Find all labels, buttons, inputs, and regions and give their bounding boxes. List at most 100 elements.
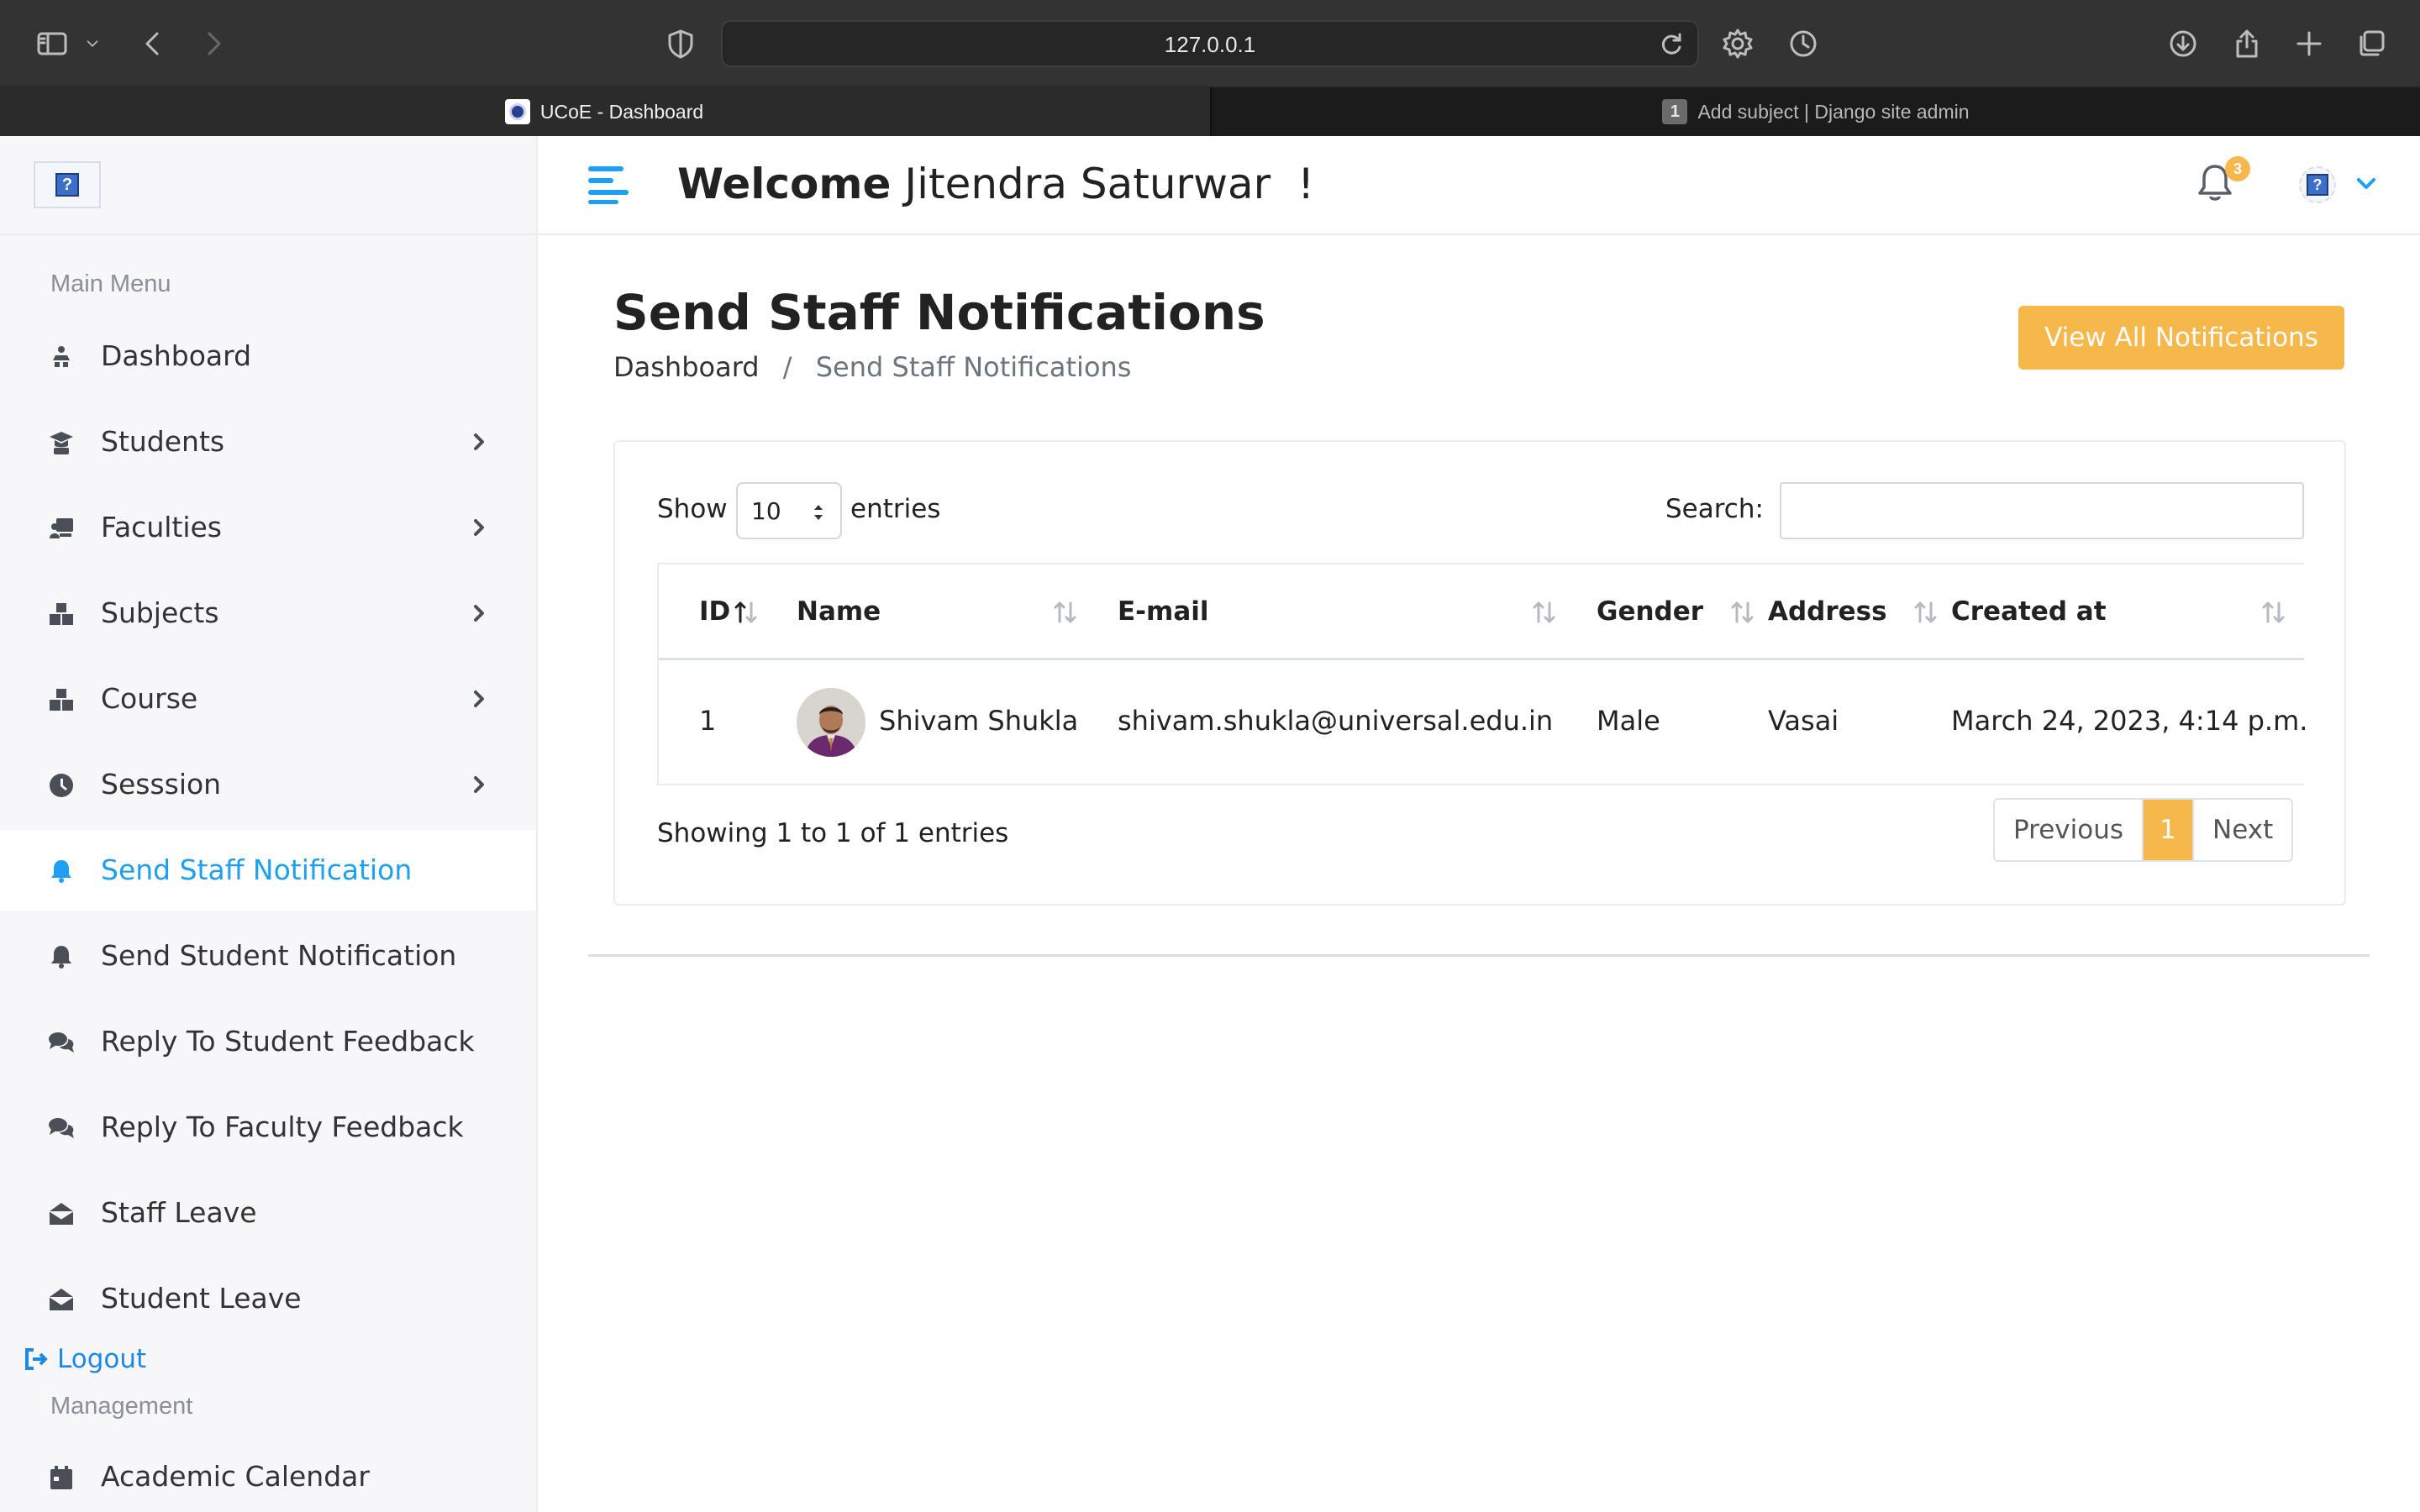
bell-icon <box>47 857 76 885</box>
address-bar[interactable]: 127.0.0.1 <box>721 20 1699 67</box>
sidebar-item-faculties[interactable]: Faculties <box>0 487 536 568</box>
download-icon[interactable] <box>2165 25 2202 62</box>
sidebar-item-label: Reply To Student Feedback <box>101 1025 475 1058</box>
logout-label: Logout <box>57 1344 147 1374</box>
sidebar-item-session[interactable]: Sesssion <box>0 744 536 825</box>
sort-icon[interactable] <box>1911 598 1941 627</box>
tab-django-admin[interactable]: 1 Add subject | Django site admin <box>1210 87 2420 136</box>
sidebar: ? Main Menu Dashboard Students Faculties… <box>0 136 538 1512</box>
sidebar-item-label: Student Leave <box>101 1282 302 1315</box>
sidebar-item-subjects[interactable]: Subjects <box>0 573 536 654</box>
notification-bell-icon[interactable]: 3 <box>2195 156 2250 210</box>
entries-select-value: 10 <box>751 497 781 525</box>
sidebar-item-send-student-notification[interactable]: Send Student Notification <box>0 916 536 996</box>
top-header: Welcome Jitendra Saturwar ! 3 ? <box>538 136 2420 235</box>
chevron-right-icon <box>469 430 489 454</box>
user-avatar[interactable]: ? <box>2299 166 2336 203</box>
sort-icon[interactable] <box>1050 598 1081 627</box>
sort-icon[interactable] <box>1529 598 1560 627</box>
welcome-bold: Welcome <box>677 160 892 208</box>
management-title: Management <box>50 1393 193 1420</box>
chevron-down-icon[interactable] <box>81 25 104 62</box>
sidebar-item-students[interactable]: Students <box>0 402 536 482</box>
graduate-icon <box>47 428 76 457</box>
entries-per-page-select[interactable]: 10 <box>736 482 842 539</box>
logo-area: ? <box>0 136 536 235</box>
tab-ucoe-dashboard[interactable]: UCoE - Dashboard <box>0 87 1208 136</box>
column-header-id[interactable]: ID <box>699 596 730 627</box>
column-header-address[interactable]: Address <box>1768 596 1887 627</box>
chevron-down-icon[interactable] <box>2354 173 2380 197</box>
sidebar-item-staff-leave[interactable]: Staff Leave <box>0 1173 536 1253</box>
cubes-icon <box>47 600 76 628</box>
sidebar-item-label: Course <box>101 682 198 715</box>
url-text: 127.0.0.1 <box>1164 32 1256 57</box>
sidebar-item-student-leave[interactable]: Student Leave <box>0 1258 536 1339</box>
reload-icon[interactable] <box>1657 30 1686 59</box>
dashboard-icon <box>47 343 76 371</box>
sidebar-item-course[interactable]: Course <box>0 659 536 739</box>
search-input[interactable] <box>1780 482 2304 539</box>
share-icon[interactable] <box>2228 25 2265 62</box>
cell-id: 1 <box>699 705 717 737</box>
sidebar-item-label: Reply To Faculty Feedback <box>101 1110 464 1143</box>
envelope-open-icon <box>47 1285 76 1314</box>
pagination-page-button[interactable]: 1 <box>2144 800 2195 860</box>
table-row: 1 Shivam Shukla shivam.shukla@universal.… <box>657 661 2307 785</box>
pagination-next-button[interactable]: Next <box>2194 800 2292 860</box>
sidebar-item-label: Students <box>101 425 225 458</box>
ucoe-favicon-icon <box>504 99 530 124</box>
sidebar-item-send-staff-notification[interactable]: Send Staff Notification <box>0 830 536 911</box>
sidebar-item-reply-student-feedback[interactable]: Reply To Student Feedback <box>0 1001 536 1082</box>
menu-toggle-icon[interactable] <box>588 166 629 205</box>
history-clock-icon[interactable] <box>1785 25 1822 62</box>
settings-gear-icon[interactable] <box>1719 25 1756 62</box>
tab-overview-icon[interactable] <box>2353 25 2390 62</box>
cell-name: Shivam Shukla <box>879 705 1079 737</box>
logo-broken-image-icon[interactable]: ? <box>34 161 101 208</box>
sort-ascending-icon[interactable] <box>731 598 761 627</box>
sidebar-item-label: Send Staff Notification <box>101 853 413 886</box>
breadcrumb: Dashboard / Send Staff Notifications <box>613 351 1131 383</box>
table-header-row: ID Name E-mail Gender Address Created at <box>657 563 2304 660</box>
page-title: Send Staff Notifications <box>613 284 1265 341</box>
sidebar-item-label: Dashboard <box>101 339 252 372</box>
cell-address: Vasai <box>1768 705 1839 737</box>
sidebar-item-dashboard[interactable]: Dashboard <box>0 316 536 396</box>
browser-chrome: 127.0.0.1 UCoE - Dashboard 1 Add subject… <box>0 0 2420 136</box>
user-name: Jitendra Saturwar <box>904 160 1271 208</box>
pagination-previous-button[interactable]: Previous <box>1995 800 2144 860</box>
tab-title: UCoE - Dashboard <box>539 100 704 123</box>
comments-icon <box>47 1028 76 1057</box>
sidebar-item-label: Faculties <box>101 511 223 543</box>
chevron-right-icon <box>469 773 489 796</box>
show-label: Show <box>657 494 728 524</box>
breadcrumb-home-link[interactable]: Dashboard <box>613 351 760 383</box>
sidebar-item-reply-faculty-feedback[interactable]: Reply To Faculty Feedback <box>0 1087 536 1168</box>
forward-icon[interactable] <box>195 25 232 62</box>
new-tab-plus-icon[interactable] <box>2291 25 2328 62</box>
column-header-email[interactable]: E-mail <box>1118 596 1209 627</box>
sidebar-item-academic-calendar[interactable]: Academic Calendar <box>0 1436 536 1512</box>
back-icon[interactable] <box>134 25 171 62</box>
logout-link[interactable]: Logout <box>24 1344 146 1374</box>
tab-title: Add subject | Django site admin <box>1697 100 1970 123</box>
bell-icon <box>47 942 76 971</box>
pagination: Previous 1 Next <box>1993 798 2294 862</box>
column-header-gender[interactable]: Gender <box>1597 596 1703 627</box>
view-all-notifications-button[interactable]: View All Notifications <box>2018 306 2344 370</box>
privacy-shield-icon[interactable] <box>662 25 699 62</box>
sidebar-toggle-icon[interactable] <box>34 25 71 62</box>
notifications-table-card: Show 10 entries Search: ID Name E-mail G… <box>613 440 2346 906</box>
cell-email: shivam.shukla@universal.edu.in <box>1118 705 1554 737</box>
column-header-name[interactable]: Name <box>797 596 881 627</box>
sort-icon[interactable] <box>1728 598 1758 627</box>
sidebar-item-label: Staff Leave <box>101 1196 257 1229</box>
chevron-right-icon <box>469 601 489 625</box>
clock-icon <box>47 771 76 800</box>
column-header-created-at[interactable]: Created at <box>1951 596 2107 627</box>
sort-icon[interactable] <box>2259 598 2289 627</box>
entries-label: entries <box>850 494 941 524</box>
calendar-icon <box>47 1463 76 1492</box>
cubes-icon <box>47 685 76 714</box>
